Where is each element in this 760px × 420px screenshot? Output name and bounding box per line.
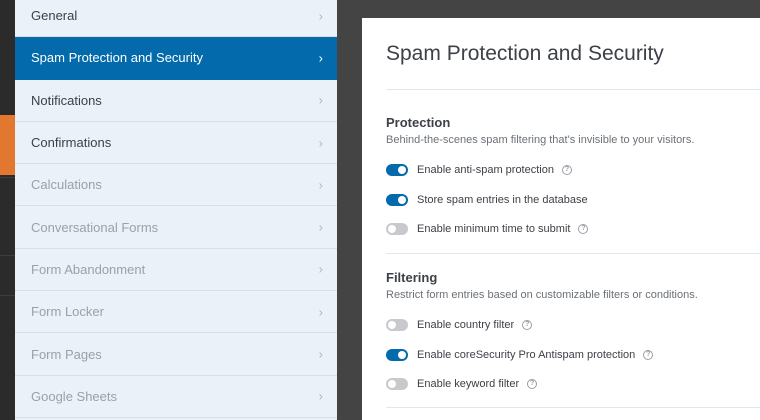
option-label: Store spam entries in the database: [417, 194, 588, 206]
menu-item-general[interactable]: General ›: [15, 0, 337, 38]
chevron-right-icon: ›: [318, 388, 323, 404]
menu-item-label: Notifications: [31, 92, 102, 108]
help-icon[interactable]: ?: [527, 379, 538, 389]
menu-item-calculations[interactable]: Calculations ›: [15, 164, 337, 207]
menu-item-label: Spam Protection and Security: [31, 50, 203, 66]
option-label: Enable minimum time to submit: [417, 223, 571, 235]
menu-item-label: Form Locker: [31, 304, 104, 320]
menu-item-spam-protection[interactable]: Spam Protection and Security ›: [15, 37, 337, 80]
toggle-knob: [388, 380, 396, 388]
section-title-protection: Protection: [386, 115, 451, 130]
chevron-right-icon: ›: [318, 177, 323, 193]
chevron-right-icon: ›: [318, 304, 323, 320]
menu-item-confirmations[interactable]: Confirmations ›: [15, 122, 337, 165]
menu-item-label: Calculations: [31, 177, 102, 193]
country-filter-toggle[interactable]: [386, 319, 408, 331]
divider: [386, 253, 760, 254]
admin-sidebar-edge: [0, 0, 15, 420]
toggle-knob: [388, 225, 396, 233]
option-label: Enable coreSecurity Pro Antispam protect…: [417, 349, 636, 361]
section-title-filtering: Filtering: [386, 270, 438, 285]
coresecurity-antispam-toggle[interactable]: [386, 349, 408, 361]
section-description-filtering: Restrict form entries based on customiza…: [386, 289, 698, 301]
option-keyword-filter: Enable keyword filter ?: [386, 376, 538, 392]
menu-item-form-abandonment[interactable]: Form Abandonment ›: [15, 249, 337, 292]
chevron-right-icon: ›: [318, 135, 323, 151]
menu-item-label: Form Abandonment: [31, 261, 146, 277]
chevron-right-icon: ›: [318, 50, 323, 66]
keyword-filter-toggle[interactable]: [386, 378, 408, 390]
help-icon[interactable]: ?: [578, 224, 589, 234]
menu-item-google-sheets[interactable]: Google Sheets ›: [15, 376, 337, 418]
option-store-spam-entries: Store spam entries in the database: [386, 192, 588, 208]
section-description-protection: Behind-the-scenes spam filtering that's …: [386, 134, 695, 146]
option-label: Enable keyword filter: [417, 378, 520, 390]
divider: [386, 407, 760, 408]
option-country-filter: Enable country filter ?: [386, 317, 533, 333]
chevron-right-icon: ›: [318, 261, 323, 277]
menu-item-label: Confirmations: [31, 135, 112, 151]
divider: [386, 89, 760, 90]
menu-item-form-locker[interactable]: Form Locker ›: [15, 291, 337, 334]
option-label: Enable country filter: [417, 319, 515, 331]
store-spam-toggle[interactable]: [386, 194, 408, 206]
menu-item-label: General: [31, 8, 78, 24]
menu-item-notifications[interactable]: Notifications ›: [15, 80, 337, 122]
chevron-right-icon: ›: [318, 346, 323, 362]
help-icon[interactable]: ?: [522, 320, 533, 330]
settings-panel: Spam Protection and Security Protection …: [362, 18, 760, 420]
chevron-right-icon: ›: [318, 8, 323, 24]
help-icon[interactable]: ?: [643, 350, 654, 360]
divider: [0, 255, 15, 256]
menu-item-conversational-forms[interactable]: Conversational Forms ›: [15, 207, 337, 249]
menu-item-form-pages[interactable]: Form Pages ›: [15, 333, 337, 376]
settings-menu: General › Spam Protection and Security ›…: [15, 0, 337, 420]
menu-item-label: Form Pages: [31, 346, 102, 362]
admin-menu-highlight: [0, 115, 15, 175]
divider: [0, 295, 15, 296]
minimum-time-toggle[interactable]: [386, 223, 408, 235]
option-coresecurity-antispam: Enable coreSecurity Pro Antispam protect…: [386, 347, 654, 363]
help-icon[interactable]: ?: [561, 165, 572, 175]
option-minimum-time: Enable minimum time to submit ?: [386, 221, 589, 237]
toggle-knob: [398, 196, 406, 204]
option-label: Enable anti-spam protection: [417, 164, 554, 176]
divider: [0, 177, 15, 178]
panel-gap: [337, 0, 362, 420]
menu-item-label: Conversational Forms: [31, 219, 159, 235]
chevron-right-icon: ›: [318, 219, 323, 235]
chevron-right-icon: ›: [318, 92, 323, 108]
toggle-knob: [388, 321, 396, 329]
toggle-knob: [398, 351, 406, 359]
anti-spam-toggle[interactable]: [386, 164, 408, 176]
option-anti-spam: Enable anti-spam protection ?: [386, 162, 572, 178]
toggle-knob: [398, 166, 406, 174]
page-title: Spam Protection and Security: [386, 42, 664, 65]
menu-item-label: Google Sheets: [31, 388, 118, 404]
